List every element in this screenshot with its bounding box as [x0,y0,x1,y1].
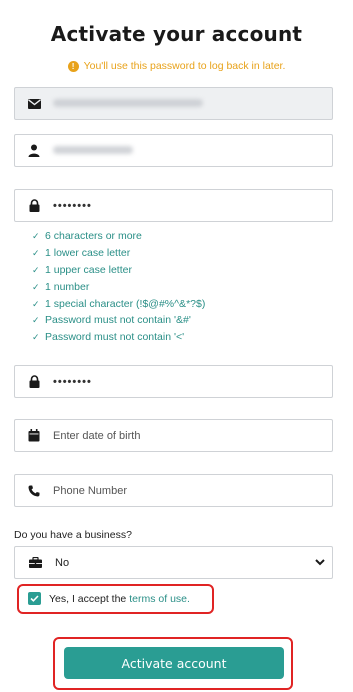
list-item: ✓ 1 special character (!$@#%^&*?$) [32,296,205,313]
password-notice: ! You'll use this password to log back i… [0,60,353,72]
dob-field[interactable]: Enter date of birth [14,419,333,452]
envelope-icon [15,88,53,119]
confirm-password-value: •••••••• [53,375,92,388]
info-icon: ! [67,60,79,72]
password-rules-list: ✓ 6 characters or more ✓ 1 lower case lett… [32,228,205,346]
business-selected-value: No [55,556,70,569]
check-icon: ✓ [32,247,40,258]
page-title: Activate your account [50,22,303,46]
briefcase-icon [15,557,55,568]
check-icon: ✓ [32,281,40,292]
check-icon: ✓ [32,298,40,309]
list-item: ✓ 1 number [32,279,205,296]
list-item: ✓ 6 characters or more [32,228,205,245]
phone-field[interactable]: Phone Number [14,474,333,507]
terms-of-use-link[interactable]: terms of use. [129,593,190,605]
check-icon: ✓ [32,315,40,326]
list-item: ✓ 1 lower case letter [32,245,205,262]
list-item: ✓ 1 upper case letter [32,262,205,279]
business-select[interactable]: No [14,546,333,579]
password-value: •••••••• [53,199,92,212]
phone-placeholder: Phone Number [53,484,127,497]
email-field[interactable] [14,87,333,120]
name-value-obscured [53,145,332,157]
password-field[interactable]: •••••••• [14,189,333,222]
check-icon: ✓ [32,332,40,343]
chevron-down-icon [308,559,332,566]
business-question-label: Do you have a business? [14,529,132,541]
list-item: ✓ Password must not contain '&#' [32,312,205,329]
list-item: ✓ Password must not contain '<' [32,329,205,346]
confirm-password-field[interactable]: •••••••• [14,365,333,398]
terms-text: Yes, I accept the [49,592,127,605]
notice-text: You'll use this password to log back in … [83,60,286,72]
lock-icon [15,366,53,397]
dob-placeholder: Enter date of birth [53,429,141,442]
lock-icon [15,190,53,221]
terms-checkbox[interactable] [28,592,41,605]
user-icon [15,135,53,166]
email-value-obscured [53,98,332,110]
terms-row: Yes, I accept the terms of use. [28,592,190,605]
check-icon: ✓ [32,264,40,275]
calendar-icon [15,420,53,451]
phone-icon [15,475,53,506]
name-field[interactable] [14,134,333,167]
check-icon: ✓ [32,231,40,241]
activate-account-button[interactable]: Activate account [64,647,284,679]
